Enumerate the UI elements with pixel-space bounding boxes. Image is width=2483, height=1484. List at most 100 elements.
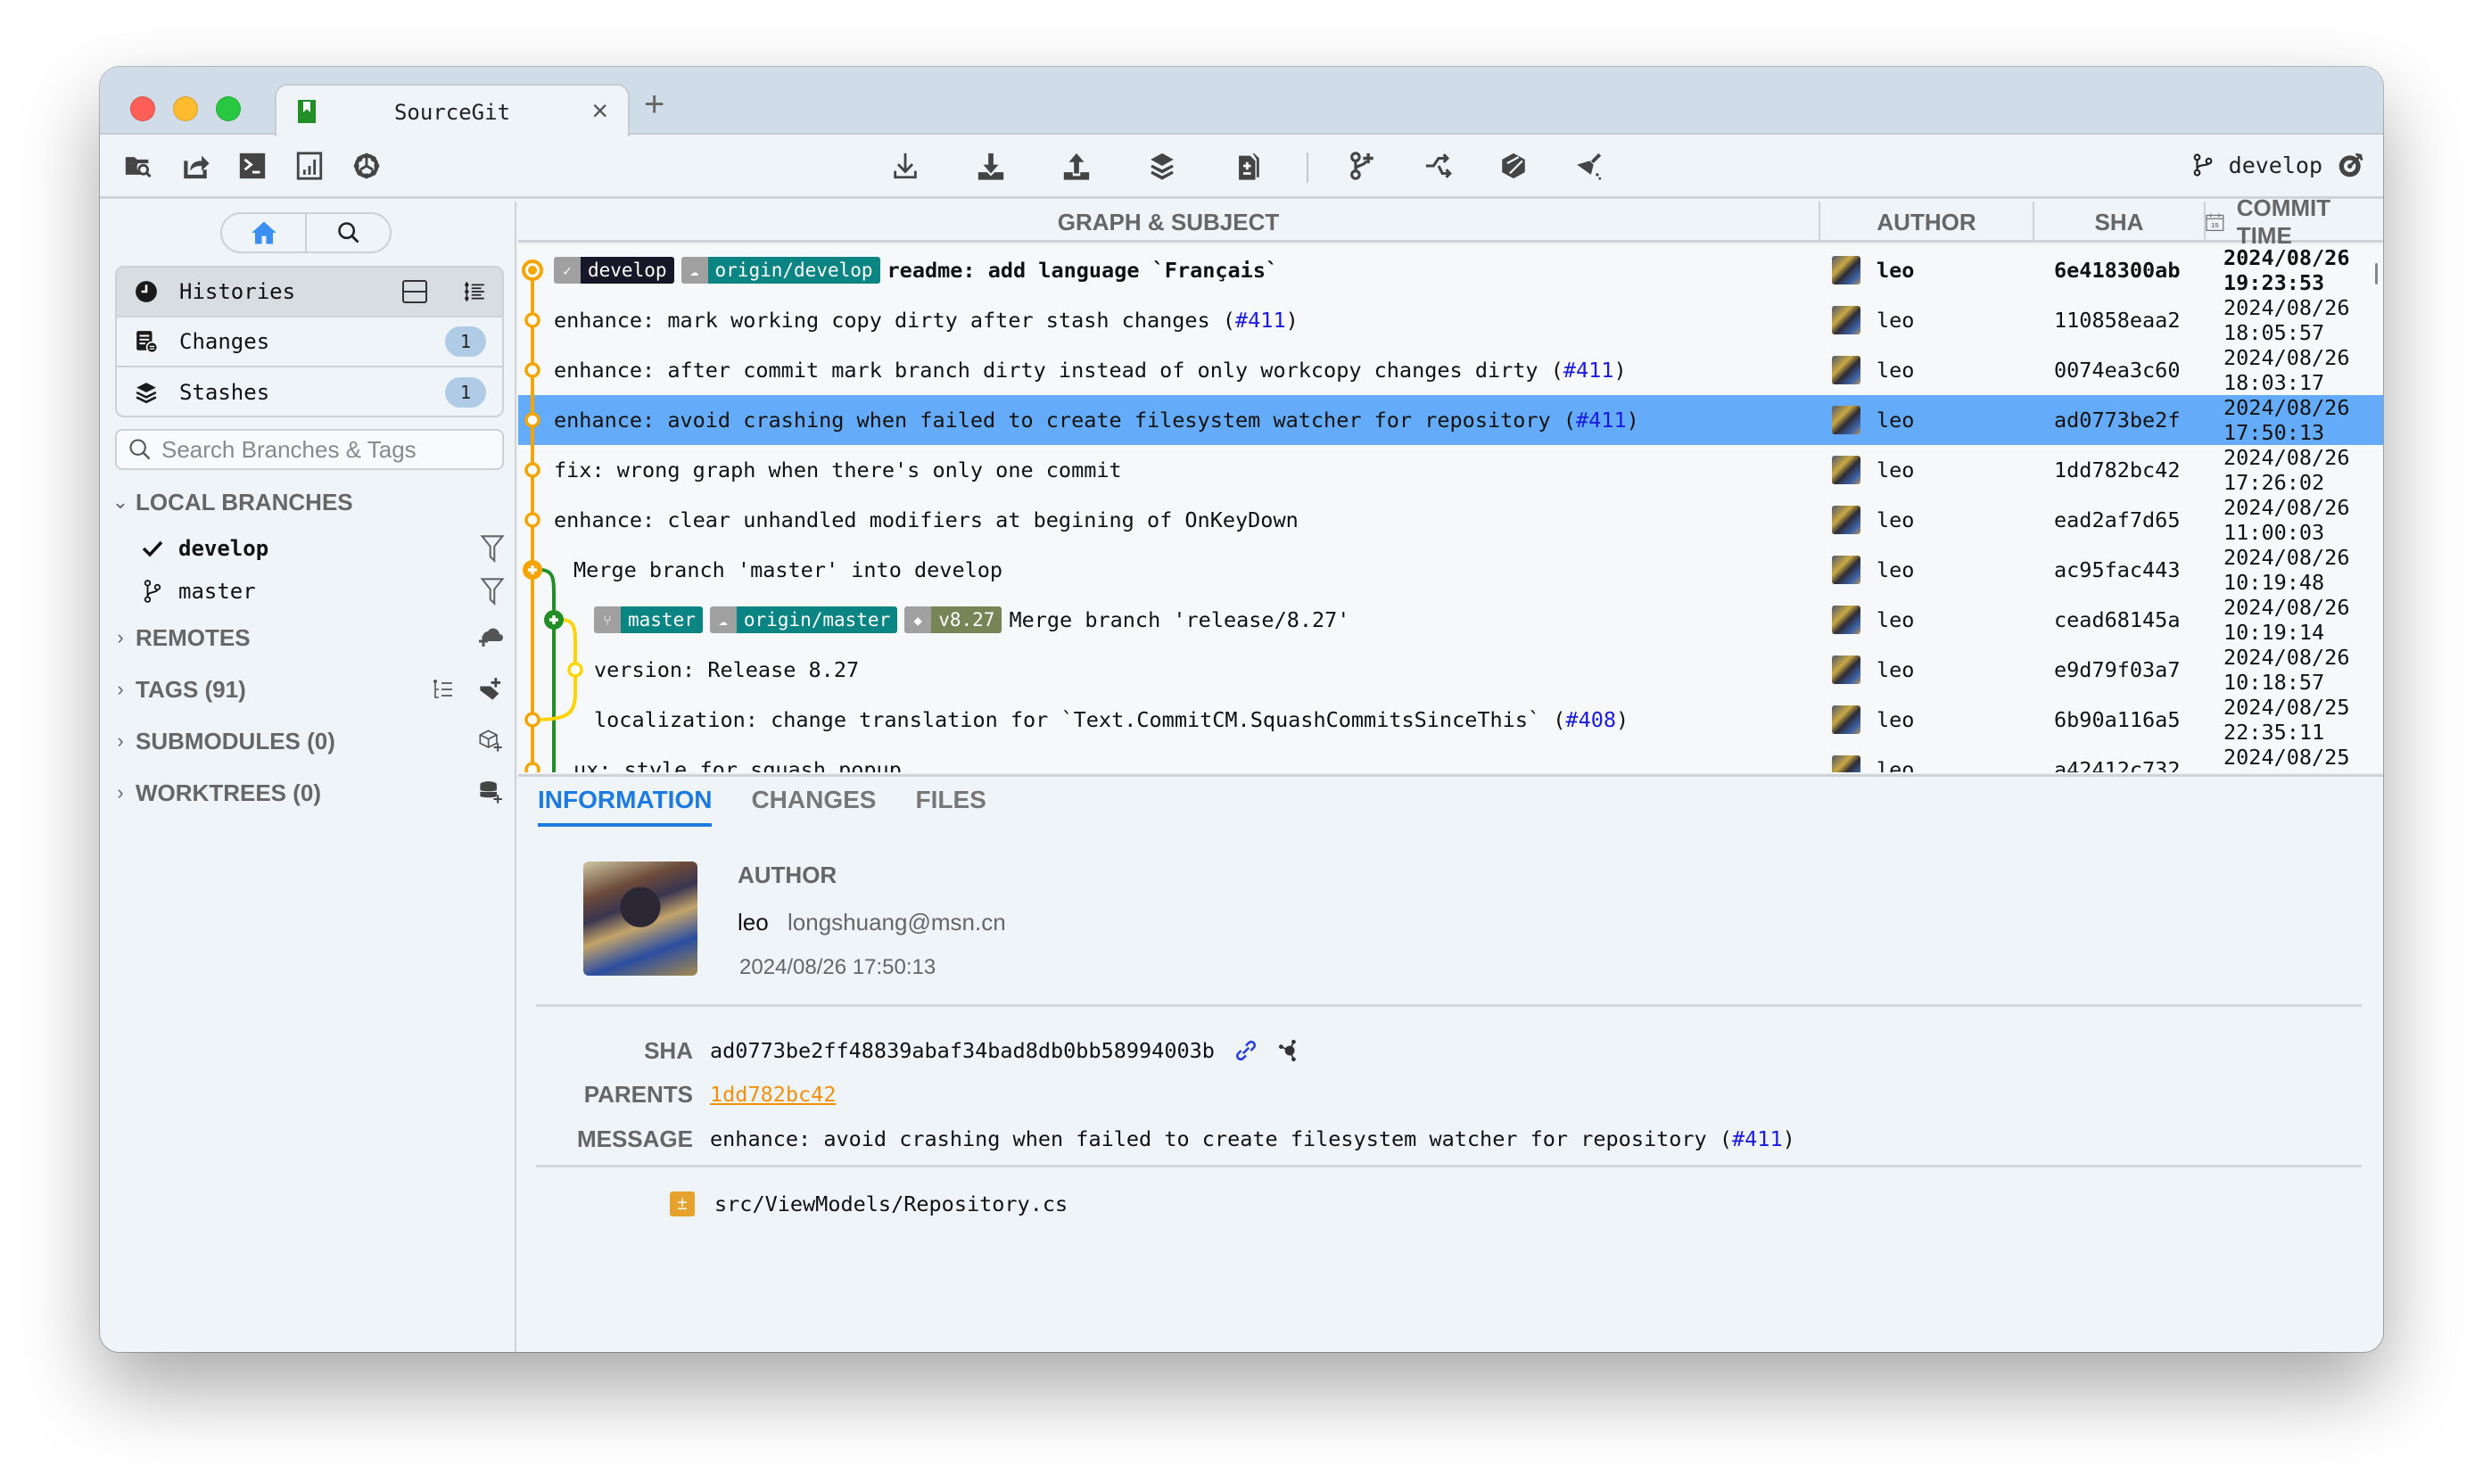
terminal-icon[interactable] — [235, 149, 269, 183]
create-branch-icon[interactable] — [1345, 149, 1379, 183]
submodules-section-header[interactable]: › SUBMODULES (0) — [111, 721, 510, 761]
local-branches-section-header[interactable]: ⌄ LOCAL BRANCHES — [111, 482, 510, 522]
changed-file-path: src/ViewModels/Repository.cs — [714, 1191, 1068, 1216]
add-remote-icon[interactable] — [478, 627, 503, 648]
settings-icon[interactable] — [350, 149, 384, 183]
local-branches-label: LOCAL BRANCHES — [136, 488, 353, 515]
commit-row[interactable]: Merge branch 'master' into develop leo ac9… — [518, 545, 2383, 595]
avatar — [1832, 356, 1860, 384]
nav-histories[interactable]: Histories — [117, 268, 502, 317]
filter-icon[interactable] — [480, 577, 505, 606]
column-commit-time[interactable]: 15 COMMIT TIME — [2206, 194, 2383, 249]
commit-row[interactable]: enhance: clear unhandled modifiers at be… — [518, 495, 2383, 545]
changed-file-item[interactable]: ± src/ViewModels/Repository.cs — [670, 1191, 1068, 1216]
layout-toggle-icon[interactable] — [402, 280, 427, 303]
commit-subject: localization: change translation for `Te… — [594, 707, 1566, 732]
branch-item-master[interactable]: master — [139, 571, 505, 612]
add-tag-icon[interactable] — [478, 677, 503, 702]
commit-list-header: GRAPH & SUBJECT AUTHOR SHA 15 COMMIT TIM… — [518, 194, 2383, 249]
avatar — [1832, 705, 1860, 734]
column-graph-subject[interactable]: GRAPH & SUBJECT — [518, 202, 1819, 243]
add-worktree-icon[interactable] — [478, 780, 503, 805]
cleanup-icon[interactable] — [1571, 149, 1605, 183]
column-author[interactable]: AUTHOR — [1820, 202, 2033, 243]
maximize-window-button[interactable] — [216, 96, 241, 121]
worktrees-section-header[interactable]: › WORKTREES (0) — [111, 773, 510, 812]
sha-label: SHA — [644, 1036, 693, 1064]
parent-sha-link[interactable]: 1dd782bc42 — [710, 1082, 836, 1107]
commit-row[interactable]: enhance: mark working copy dirty after s… — [518, 295, 2383, 345]
nav-stashes-label: Stashes — [179, 380, 270, 405]
repo-tab[interactable]: SourceGit × — [275, 84, 630, 136]
tab-files[interactable]: FILES — [915, 786, 986, 827]
ref-badge-local[interactable]: ⑂ master — [594, 606, 703, 633]
branch-item-develop[interactable]: develop — [139, 528, 505, 569]
add-submodule-icon[interactable] — [478, 729, 503, 754]
navigate-to-head-icon[interactable] — [2337, 151, 2365, 179]
commit-author: leo — [1877, 607, 1915, 632]
commit-time: 2024/08/26 10:19:14 — [2223, 595, 2350, 645]
minimize-window-button[interactable] — [173, 96, 198, 121]
author-heading: AUTHOR — [738, 862, 837, 888]
new-tab-button[interactable]: + — [644, 85, 664, 125]
nav-stashes[interactable]: Stashes 1 — [117, 367, 502, 416]
tags-section-header[interactable]: › TAGS (91) — [111, 670, 510, 709]
avatar — [1832, 406, 1860, 434]
tab-information[interactable]: INFORMATION — [538, 786, 713, 827]
commit-row[interactable]: ux: style for squash popup leo a42412c732 2… — [518, 745, 2383, 772]
commit-author: leo — [1877, 458, 1915, 482]
commit-row[interactable]: enhance: after commit mark branch dirty … — [518, 345, 2383, 395]
commit-subject-cell: version: Release 8.27 — [594, 645, 859, 695]
pr-link[interactable]: #408 — [1565, 707, 1616, 732]
dashboard-mode-button[interactable] — [222, 214, 307, 251]
open-with-icon[interactable] — [178, 149, 212, 183]
navigate-graph-icon[interactable] — [1277, 1039, 1300, 1062]
commit-row[interactable]: fix: wrong graph when there's only one c… — [518, 445, 2383, 495]
pull-icon[interactable] — [974, 149, 1008, 183]
commit-sha[interactable]: ad0773be2ff48839abaf34bad8db0bb58994003b — [710, 1038, 1215, 1063]
ref-badge-remote[interactable]: ☁ origin/master — [709, 606, 898, 633]
commit-row[interactable]: version: Release 8.27 leo e9d79f03a7 2024/0… — [518, 645, 2383, 695]
commit-row[interactable]: ✓ develop ☁ origin/develop readme: add langu… — [518, 245, 2383, 295]
copy-link-icon[interactable] — [1234, 1039, 1258, 1062]
ref-badge-remote[interactable]: ☁ origin/develop — [681, 257, 880, 284]
commit-row[interactable]: ⑂ master ☁ origin/master ◆ v8.27 Merge branch … — [518, 595, 2383, 645]
commit-row[interactable]: localization: change translation for `Te… — [518, 695, 2383, 745]
archive-icon[interactable] — [1497, 149, 1530, 183]
commit-subject-cell: ⑂ master ☁ origin/master ◆ v8.27 Merge branch … — [594, 595, 1349, 645]
apply-patch-icon[interactable] — [1231, 149, 1265, 183]
pr-link[interactable]: #411 — [1235, 308, 1286, 333]
scrollbar-thumb[interactable] — [2375, 263, 2378, 284]
commit-row[interactable]: enhance: avoid crashing when failed to c… — [518, 395, 2383, 445]
tab-changes[interactable]: CHANGES — [751, 786, 876, 827]
filter-icon[interactable] — [480, 534, 505, 563]
commit-author-cell: leo — [1832, 545, 1914, 595]
close-tab-icon[interactable]: × — [591, 95, 608, 128]
search-commits-mode-button[interactable] — [307, 214, 390, 251]
nav-changes[interactable]: Changes 1 — [117, 317, 502, 367]
fetch-icon[interactable] — [888, 149, 922, 183]
commit-author-cell: leo — [1832, 495, 1914, 545]
pr-link[interactable]: #411 — [1563, 358, 1614, 383]
git-flow-icon[interactable] — [1422, 149, 1456, 183]
tag-tree-mode-icon[interactable] — [432, 679, 455, 700]
close-window-button[interactable] — [130, 96, 155, 121]
statistics-icon[interactable] — [293, 149, 326, 183]
current-branch-indicator[interactable]: develop — [2191, 151, 2365, 179]
stash-icon[interactable] — [1145, 149, 1179, 183]
avatar — [1832, 556, 1860, 584]
commit-author: leo — [1877, 507, 1915, 532]
remotes-section-header[interactable]: › REMOTES — [111, 618, 510, 657]
ref-badge-local-head[interactable]: ✓ develop — [554, 257, 674, 284]
column-sha[interactable]: SHA — [2034, 202, 2204, 243]
ref-badge-vtag[interactable]: ◆ v8.27 — [904, 606, 1002, 633]
graph-options-icon[interactable] — [463, 280, 486, 303]
push-icon[interactable] — [1060, 149, 1093, 183]
commit-time: 2024/08/26 10:19:48 — [2223, 545, 2350, 595]
branch-search-box[interactable] — [115, 429, 504, 470]
message-pr-link[interactable]: #411 — [1732, 1126, 1783, 1151]
commit-author-cell: leo — [1832, 695, 1914, 745]
pr-link[interactable]: #411 — [1576, 408, 1627, 433]
branch-search-input[interactable] — [161, 435, 500, 464]
open-in-finder-icon[interactable] — [121, 149, 155, 183]
